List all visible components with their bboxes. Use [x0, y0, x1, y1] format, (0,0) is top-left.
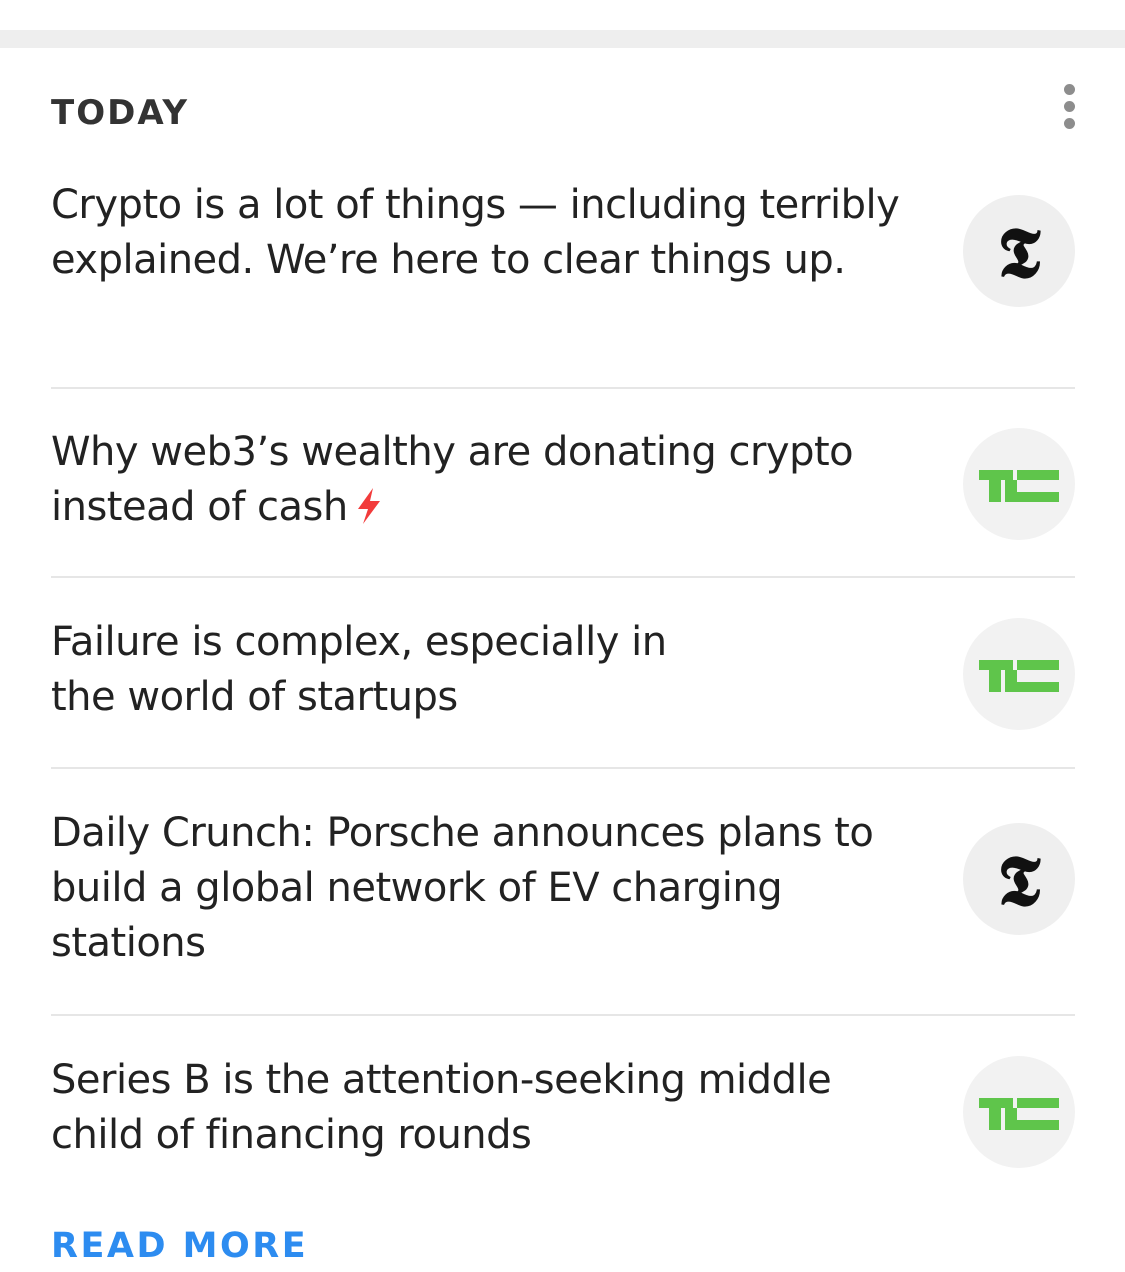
nyt-logo-icon: 𝕿	[963, 195, 1075, 307]
techcrunch-logo-icon	[963, 1056, 1075, 1168]
techcrunch-logo-icon	[963, 618, 1075, 730]
news-headline: Why web3’s wealthy are donating crypto i…	[51, 425, 921, 535]
news-card: TODAY Crypto is a lot of things — includ…	[0, 48, 1125, 1272]
divider	[51, 767, 1075, 769]
divider	[51, 1014, 1075, 1016]
news-headline: Crypto is a lot of things — including te…	[51, 182, 900, 283]
top-separator-strip	[0, 30, 1125, 48]
more-options-button[interactable]	[1046, 78, 1092, 132]
more-vertical-icon-dot	[1064, 101, 1075, 112]
news-item-series-b[interactable]: Series B is the attention-seeking middle…	[51, 1053, 1075, 1203]
read-more-button[interactable]: READ MORE	[51, 1226, 308, 1266]
divider	[51, 576, 1075, 578]
svg-text:𝕿: 𝕿	[998, 839, 1042, 922]
news-item-crypto-explained[interactable]: Crypto is a lot of things — including te…	[51, 178, 1075, 378]
techcrunch-logo-icon	[963, 428, 1075, 540]
more-vertical-icon	[1064, 84, 1075, 95]
section-title: TODAY	[51, 93, 189, 133]
news-headline: Series B is the attention-seeking middle…	[51, 1057, 832, 1158]
news-item-porsche-charging[interactable]: Daily Crunch: Porsche announces plans to…	[51, 806, 1075, 1006]
news-headline: Failure is complex, especially in the wo…	[51, 619, 667, 720]
svg-text:𝕿: 𝕿	[998, 211, 1042, 294]
news-item-startup-failure[interactable]: Failure is complex, especially in the wo…	[51, 615, 1075, 765]
divider	[51, 387, 1075, 389]
more-vertical-icon-dot	[1064, 118, 1075, 129]
flash-icon	[357, 488, 380, 524]
news-headline: Daily Crunch: Porsche announces plans to…	[51, 810, 874, 966]
nyt-logo-icon: 𝕿	[963, 823, 1075, 935]
news-headline-text: Why web3’s wealthy are donating crypto i…	[51, 429, 854, 530]
news-item-web3-donations[interactable]: Why web3’s wealthy are donating crypto i…	[51, 425, 1075, 575]
